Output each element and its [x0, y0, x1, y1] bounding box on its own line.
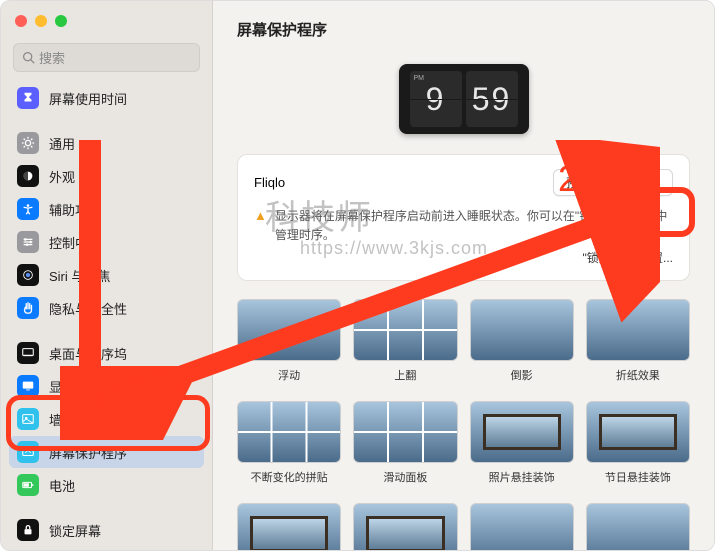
thumb-image — [586, 401, 690, 463]
warning-row: ▲ 显示器将在屏幕保护程序启动前进入睡眠状态。你可以在"锁定屏幕"设置中管理时序… — [254, 206, 673, 245]
sidebar-item-label: 电池 — [49, 476, 75, 495]
screensaver-thumb-4[interactable]: 不断变化的拼贴 — [237, 401, 341, 485]
thumb-label: 不断变化的拼贴 — [251, 469, 328, 485]
card-header: Fliqlo 预览 选项... — [254, 169, 673, 196]
window-controls — [1, 1, 212, 37]
screensaver-thumb-10[interactable] — [470, 503, 574, 550]
search-icon — [22, 51, 35, 64]
sliders-icon — [17, 231, 39, 253]
content-scroll[interactable]: PM9 59 Fliqlo 预览 选项... ▲ 显示器将在屏幕保护程序启动前进… — [213, 54, 714, 550]
thumb-label: 照片悬挂装饰 — [489, 469, 555, 485]
settings-window: 搜索 屏幕使用时间通用外观辅助功能控制中心 Siri 与聚焦隐私与安全性桌面与程序… — [0, 0, 715, 551]
screensaver-thumb-2[interactable]: 倒影 — [470, 299, 574, 383]
thumb-image — [353, 299, 457, 361]
sidebar-item-13[interactable]: 触控 ID 与密码 — [9, 547, 204, 550]
screensaver-thumb-0[interactable]: 浮动 — [237, 299, 341, 383]
sidebar-item-9[interactable]: 墙纸 — [9, 403, 204, 435]
zoom-button[interactable] — [55, 15, 67, 27]
page-title: 屏幕保护程序 — [213, 1, 714, 54]
thumb-label: 折纸效果 — [616, 367, 660, 383]
clock-minutes: 59 — [466, 71, 518, 127]
thumb-label: 上翻 — [394, 367, 416, 383]
sidebar-item-label: 通用 — [49, 134, 75, 153]
appearance-icon — [17, 165, 39, 187]
lockscreen-settings-link[interactable]: "锁定屏幕"设置... — [254, 249, 673, 266]
sidebar: 搜索 屏幕使用时间通用外观辅助功能控制中心 Siri 与聚焦隐私与安全性桌面与程序… — [1, 1, 213, 550]
clock-hours: PM9 — [410, 71, 462, 127]
sidebar-item-label: 桌面与程序坞 — [49, 344, 127, 363]
sidebar-item-label: 屏幕保护程序 — [49, 443, 127, 462]
desktop-icon — [17, 342, 39, 364]
screensaver-thumb-5[interactable]: 滑动面板 — [353, 401, 457, 485]
sidebar-item-10[interactable]: 屏幕保护程序 — [9, 436, 204, 468]
sidebar-item-label: 外观 — [49, 167, 75, 186]
thumb-label: 浮动 — [278, 367, 300, 383]
thumb-image — [470, 401, 574, 463]
sidebar-list: 屏幕使用时间通用外观辅助功能控制中心 Siri 与聚焦隐私与安全性桌面与程序坞显示… — [1, 82, 212, 550]
screensaver-thumb-8[interactable] — [237, 503, 341, 550]
thumb-image — [237, 401, 341, 463]
hand-icon — [17, 297, 39, 319]
screensaver-thumb-9[interactable] — [353, 503, 457, 550]
thumb-image — [237, 503, 341, 550]
hourglass-icon — [17, 87, 39, 109]
sidebar-item-3[interactable]: 辅助功能 — [9, 193, 204, 225]
sidebar-item-11[interactable]: 电池 — [9, 469, 204, 501]
screensaver-thumb-3[interactable]: 折纸效果 — [586, 299, 690, 383]
screensaver-icon — [17, 441, 39, 463]
close-button[interactable] — [15, 15, 27, 27]
thumb-image — [353, 503, 457, 550]
screensaver-thumb-11[interactable] — [586, 503, 690, 550]
thumb-image — [586, 299, 690, 361]
screensaver-thumb-1[interactable]: 上翻 — [353, 299, 457, 383]
thumb-image — [470, 299, 574, 361]
main-panel: 屏幕保护程序 PM9 59 Fliqlo 预览 选项... ▲ 显示器将在屏幕保… — [213, 1, 714, 550]
thumb-image — [586, 503, 690, 550]
accessibility-icon — [17, 198, 39, 220]
thumb-label: 倒影 — [511, 367, 533, 383]
screensaver-card: Fliqlo 预览 选项... ▲ 显示器将在屏幕保护程序启动前进入睡眠状态。你… — [237, 154, 690, 281]
sidebar-item-label: 墙纸 — [49, 410, 75, 429]
screensaver-thumb-6[interactable]: 照片悬挂装饰 — [470, 401, 574, 485]
search-input[interactable]: 搜索 — [13, 43, 200, 72]
sidebar-item-label: Siri 与聚焦 — [49, 266, 110, 285]
screensaver-preview: PM9 59 — [237, 54, 690, 154]
sidebar-item-4[interactable]: 控制中心 — [9, 226, 204, 258]
sidebar-item-6[interactable]: 隐私与安全性 — [9, 292, 204, 324]
thumb-label: 节日悬挂装饰 — [605, 469, 671, 485]
warning-text: 显示器将在屏幕保护程序启动前进入睡眠状态。你可以在"锁定屏幕"设置中管理时序。 — [275, 207, 673, 245]
sidebar-item-label: 屏幕使用时间 — [49, 89, 127, 108]
screensaver-thumb-7[interactable]: 节日悬挂装饰 — [586, 401, 690, 485]
warning-icon: ▲ — [254, 206, 267, 227]
sidebar-item-2[interactable]: 外观 — [9, 160, 204, 192]
sidebar-item-label: 辅助功能 — [49, 200, 101, 219]
sidebar-item-5[interactable]: Siri 与聚焦 — [9, 259, 204, 291]
sidebar-item-label: 隐私与安全性 — [49, 299, 127, 318]
minimize-button[interactable] — [35, 15, 47, 27]
preview-button[interactable]: 预览 — [553, 169, 603, 196]
screensaver-name: Fliqlo — [254, 175, 543, 190]
search-placeholder: 搜索 — [39, 48, 65, 67]
sidebar-item-7[interactable]: 桌面与程序坞 — [9, 337, 204, 369]
thumb-image — [353, 401, 457, 463]
fliqlo-clock: PM9 59 — [399, 64, 529, 134]
wallpaper-icon — [17, 408, 39, 430]
sidebar-item-0[interactable]: 屏幕使用时间 — [9, 82, 204, 114]
sidebar-item-12[interactable]: 锁定屏幕 — [9, 514, 204, 546]
options-button[interactable]: 选项... — [613, 169, 673, 196]
screensaver-grid: 浮动 上翻 倒影 折纸效果不断变化的拼贴 滑动面板 照片悬挂装饰 节日悬挂装饰 — [237, 299, 690, 550]
thumb-image — [237, 299, 341, 361]
sidebar-item-label: 控制中心 — [49, 233, 101, 252]
display-icon — [17, 375, 39, 397]
lock-icon — [17, 519, 39, 541]
sidebar-item-label: 显示器 — [49, 377, 88, 396]
sidebar-item-label: 锁定屏幕 — [49, 521, 101, 540]
battery-icon — [17, 474, 39, 496]
sidebar-item-1[interactable]: 通用 — [9, 127, 204, 159]
thumb-label: 滑动面板 — [383, 469, 427, 485]
sidebar-item-8[interactable]: 显示器 — [9, 370, 204, 402]
thumb-image — [470, 503, 574, 550]
siri-icon — [17, 264, 39, 286]
gear-icon — [17, 132, 39, 154]
